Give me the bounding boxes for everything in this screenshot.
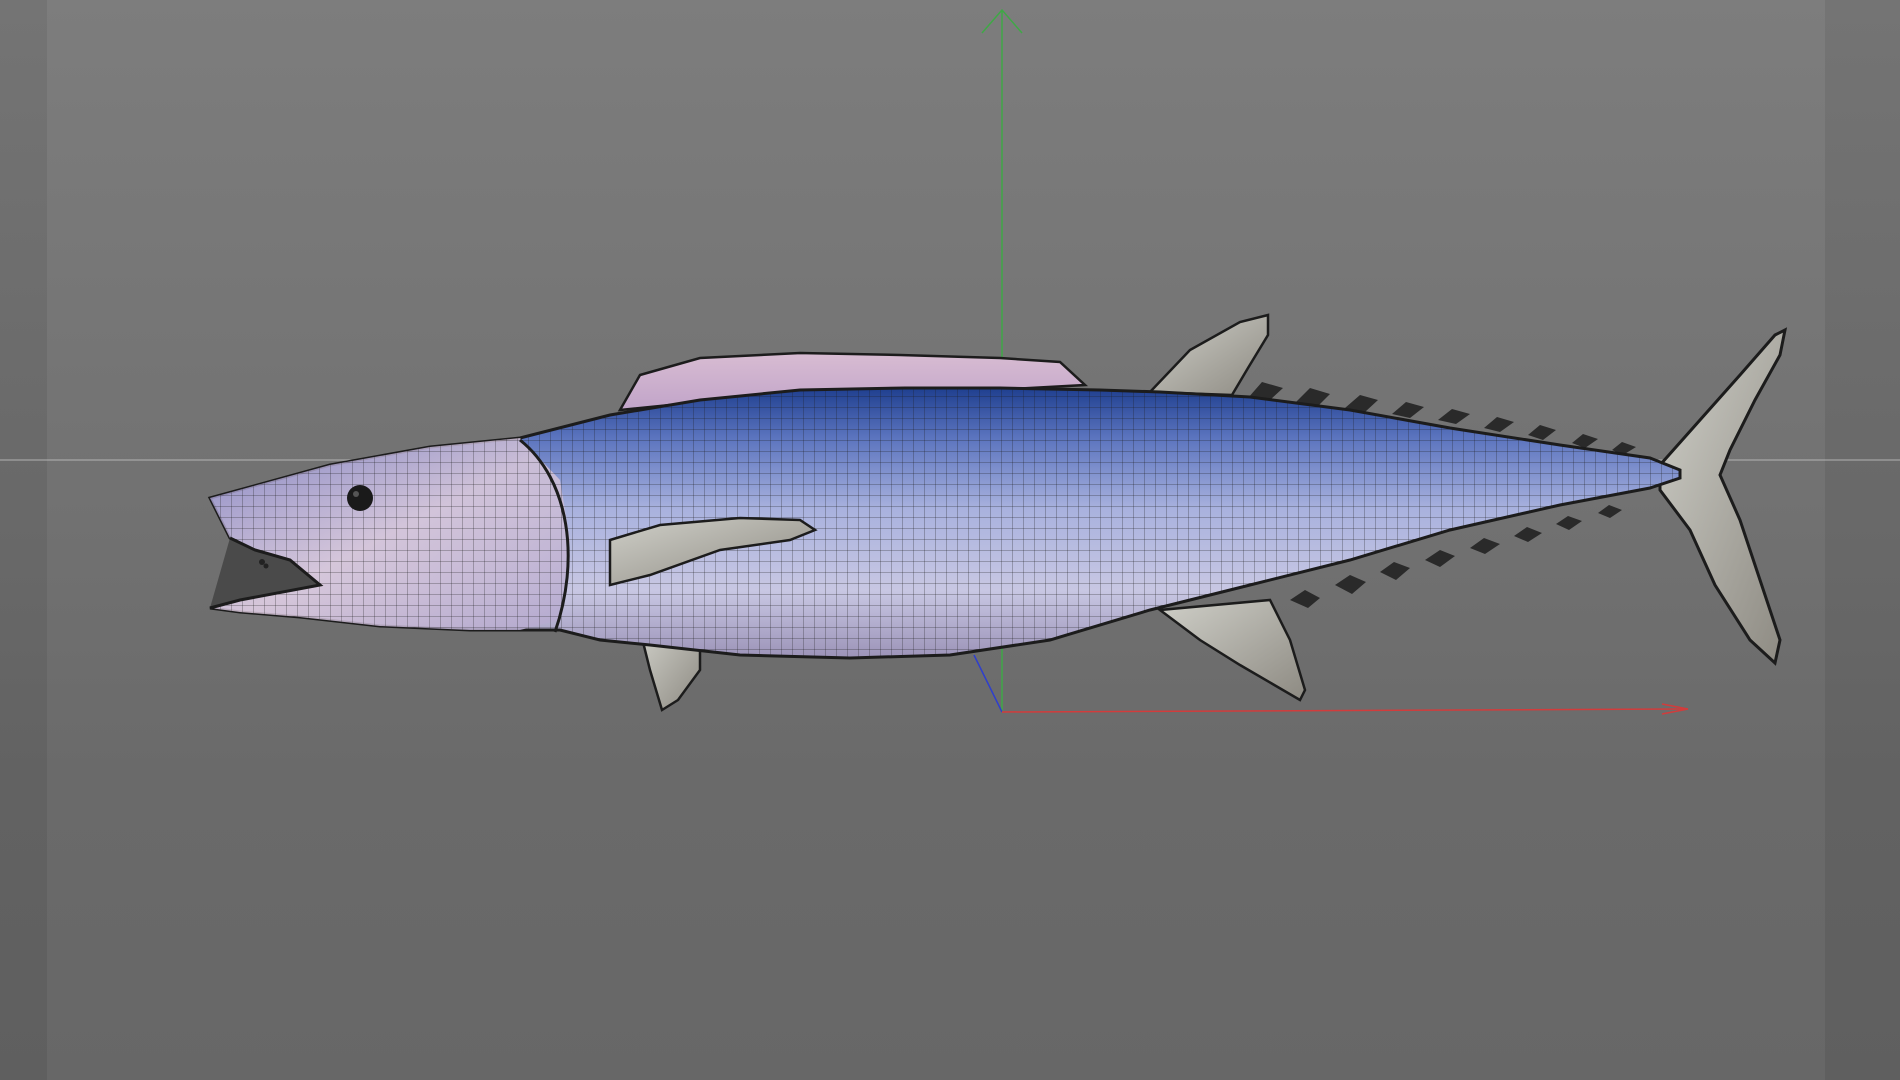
z-axis-gizmo[interactable] (973, 654, 1003, 713)
tooth-dot (259, 559, 265, 565)
dorsal-fin (1147, 313, 1270, 397)
tooth-dot (263, 563, 269, 569)
eye-highlight (353, 491, 359, 497)
x-axis-gizmo[interactable] (1001, 703, 1689, 715)
fish-eye (347, 485, 373, 511)
3d-viewport[interactable] (0, 0, 1900, 1080)
anal-fin (1156, 598, 1307, 702)
viewport-scene[interactable] (0, 0, 1900, 1080)
tail-fin (1658, 327, 1788, 666)
fish-model[interactable] (200, 313, 1788, 712)
wireframe-mesh (210, 388, 1680, 658)
